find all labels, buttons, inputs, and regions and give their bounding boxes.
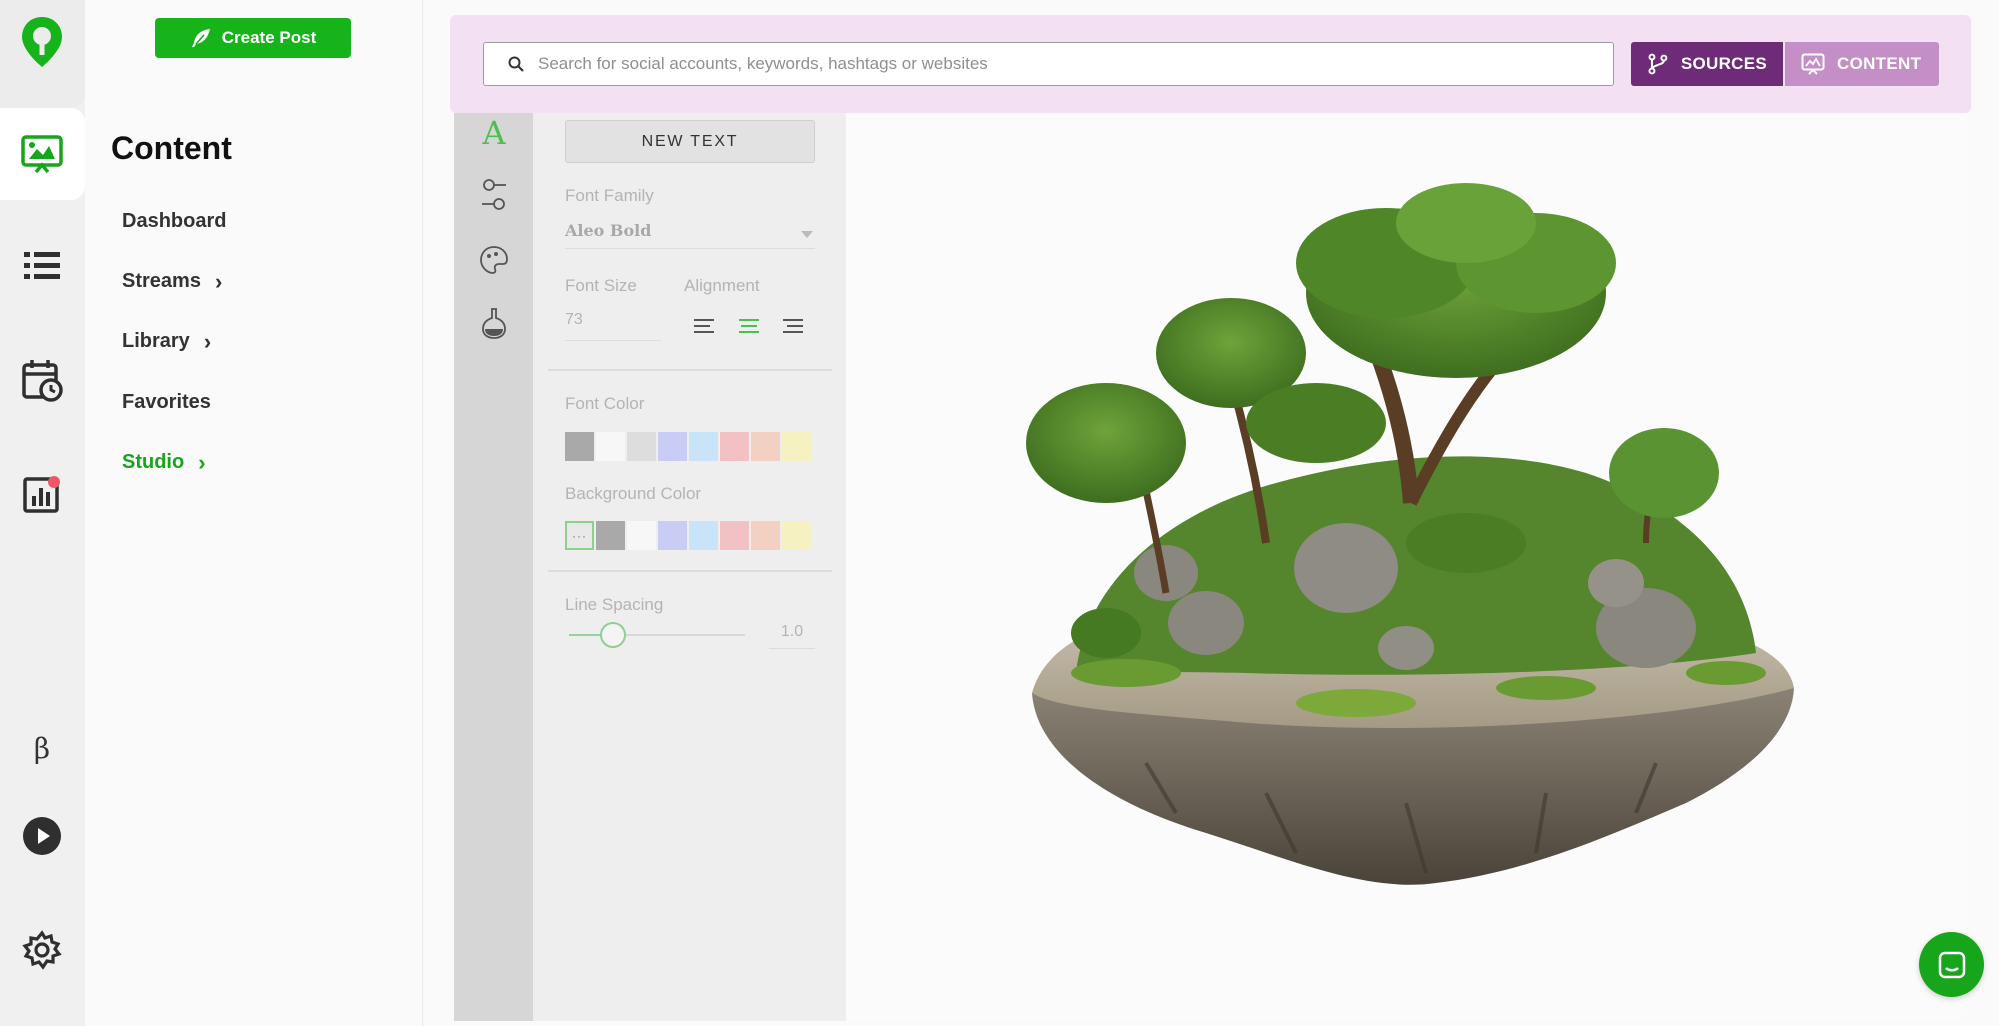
calendar-clock-icon[interactable] xyxy=(14,352,70,408)
panel-divider xyxy=(548,570,832,572)
font-color-swatch[interactable] xyxy=(689,432,718,461)
nav-item-label: Streams xyxy=(122,270,201,292)
background-color-swatch[interactable] xyxy=(658,521,687,550)
chevron-right-icon: › xyxy=(198,449,206,475)
nav-item-studio[interactable]: Studio › xyxy=(122,451,206,474)
text-properties-panel: NEW TEXT Font Family Aleo Bold Font Size… xyxy=(533,113,846,1021)
background-color-swatch[interactable] xyxy=(689,521,718,550)
list-icon[interactable] xyxy=(14,238,70,294)
font-family-select[interactable]: Aleo Bold xyxy=(565,221,815,249)
font-color-swatch[interactable] xyxy=(720,432,749,461)
content-image-icon xyxy=(1801,53,1825,75)
panel-divider xyxy=(548,369,832,371)
studio-tool-rail: A xyxy=(454,113,533,1021)
gear-icon[interactable] xyxy=(14,922,70,978)
studio-editor: A NEW TEXT Font Family Aleo Bold Font Si… xyxy=(454,113,1966,1021)
chat-icon xyxy=(1938,951,1965,978)
background-color-swatch[interactable] xyxy=(782,521,811,550)
nav-item-label: Dashboard xyxy=(122,210,227,232)
more-dots-icon: ··· xyxy=(572,528,587,543)
font-size-value: 73 xyxy=(565,311,583,328)
font-color-swatch[interactable] xyxy=(627,432,656,461)
caret-down-icon xyxy=(801,231,813,238)
font-family-value: Aleo Bold xyxy=(565,221,652,240)
font-size-input[interactable]: 73 xyxy=(565,311,661,341)
chevron-right-icon: › xyxy=(203,328,212,354)
font-color-label: Font Color xyxy=(565,394,645,413)
beta-icon[interactable]: β xyxy=(14,720,70,776)
font-color-swatch[interactable] xyxy=(658,432,687,461)
background-color-label: Background Color xyxy=(565,484,702,503)
filter-tool-icon[interactable] xyxy=(474,303,514,343)
font-color-swatch[interactable] xyxy=(565,432,594,461)
create-post-button[interactable]: Create Post xyxy=(155,18,351,58)
line-spacing-label: Line Spacing xyxy=(565,595,664,614)
icon-rail: β xyxy=(0,0,85,1026)
sticker-tool-icon[interactable] xyxy=(474,240,514,280)
nav-item-dashboard[interactable]: Dashboard xyxy=(122,210,226,233)
adjust-tool-icon[interactable] xyxy=(474,175,514,215)
nav-item-library[interactable]: Library › xyxy=(122,330,211,353)
font-color-swatch[interactable] xyxy=(596,432,625,461)
search-bar-container: SOURCES CONTENT xyxy=(450,15,1971,113)
sources-label: SOURCES xyxy=(1680,54,1767,73)
background-color-swatch[interactable] xyxy=(751,521,780,550)
search-input[interactable] xyxy=(538,54,1538,74)
content-image-icon[interactable] xyxy=(14,126,70,182)
background-color-swatch[interactable] xyxy=(627,521,656,550)
slider-fill xyxy=(569,634,605,636)
align-center-icon[interactable] xyxy=(739,317,761,335)
content-button[interactable]: CONTENT xyxy=(1785,42,1939,86)
font-color-swatch[interactable] xyxy=(782,432,811,461)
nav-item-label: Studio xyxy=(122,451,185,473)
background-color-swatch[interactable] xyxy=(596,521,625,550)
align-left-icon[interactable] xyxy=(694,317,716,335)
branch-icon xyxy=(1648,53,1668,75)
text-tool-glyph: A xyxy=(482,114,506,152)
line-spacing-value[interactable]: 1.0 xyxy=(769,623,815,649)
studio-canvas[interactable] xyxy=(846,113,1966,1021)
nav-item-favorites[interactable]: Favorites xyxy=(122,391,211,414)
nav-item-label: Library xyxy=(122,330,190,352)
notification-dot xyxy=(48,476,60,488)
no-background-swatch[interactable]: ··· xyxy=(565,521,594,550)
content-label: CONTENT xyxy=(1837,54,1922,73)
text-tool-icon[interactable]: A xyxy=(474,113,514,153)
page-title: Content xyxy=(111,130,232,166)
side-navigation: Create Post Content Dashboard Streams › … xyxy=(85,0,423,1026)
background-color-swatch[interactable] xyxy=(720,521,749,550)
font-size-label: Font Size xyxy=(565,276,637,295)
background-color-swatches: ··· xyxy=(565,521,811,550)
nav-item-streams[interactable]: Streams › xyxy=(122,270,222,293)
align-right-icon[interactable] xyxy=(783,317,805,335)
font-color-swatch[interactable] xyxy=(751,432,780,461)
font-family-label: Font Family xyxy=(565,186,654,205)
nav-item-label: Favorites xyxy=(122,391,211,413)
sources-button[interactable]: SOURCES xyxy=(1631,42,1783,86)
create-post-label: Create Post xyxy=(221,28,317,47)
new-text-button[interactable]: NEW TEXT xyxy=(565,120,815,163)
chevron-right-icon: › xyxy=(214,268,223,294)
play-icon[interactable] xyxy=(14,808,70,864)
search-icon xyxy=(508,56,524,72)
slider-handle[interactable] xyxy=(600,622,627,648)
alignment-label: Alignment xyxy=(684,276,760,295)
search-box[interactable] xyxy=(483,42,1614,86)
location-pin-logo-icon[interactable] xyxy=(14,14,70,70)
feather-icon xyxy=(191,29,210,47)
floating-island-image xyxy=(1026,183,1794,885)
analytics-chart-icon[interactable] xyxy=(14,466,70,522)
font-color-swatches xyxy=(565,432,811,461)
chat-support-button[interactable] xyxy=(1919,932,1984,997)
line-spacing-slider[interactable] xyxy=(569,622,745,648)
